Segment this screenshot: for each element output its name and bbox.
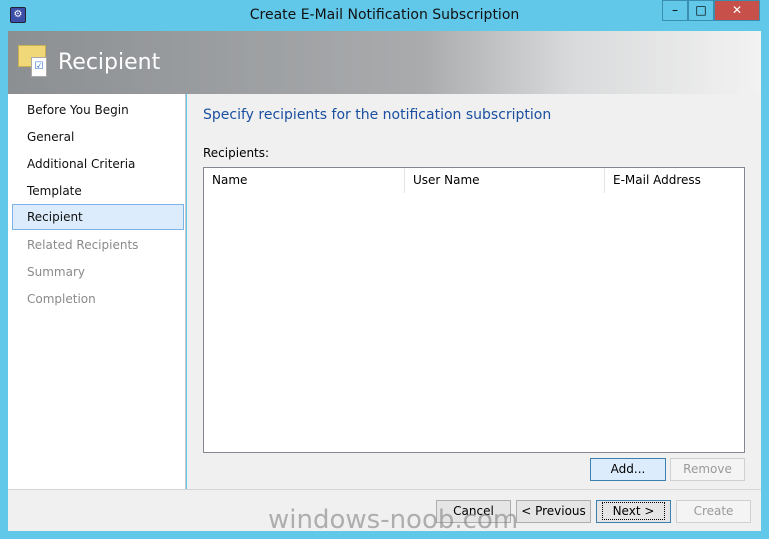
wizard-header: ☑ Recipient <box>8 31 761 94</box>
checklist-icon: ☑ <box>31 57 47 77</box>
close-button[interactable]: ✕ <box>714 0 760 21</box>
wizard-nav: Before You Begin General Additional Crit… <box>8 94 186 489</box>
nav-item-completion: Completion <box>27 292 96 306</box>
page-title: Specify recipients for the notification … <box>203 107 552 123</box>
nav-item-recipient[interactable]: Recipient <box>12 204 184 230</box>
minimize-button[interactable]: – <box>662 0 688 21</box>
next-button[interactable]: Next > <box>596 500 671 523</box>
recipients-list[interactable]: Name User Name E-Mail Address <box>203 167 745 453</box>
create-button: Create <box>676 500 751 523</box>
column-header-user-name[interactable]: User Name <box>405 168 605 193</box>
main-panel: Specify recipients for the notification … <box>187 94 761 489</box>
nav-item-template[interactable]: Template <box>12 178 184 204</box>
watermark: windows-noob.com <box>268 505 519 535</box>
window-title: Create E-Mail Notification Subscription <box>249 7 520 23</box>
recipients-label: Recipients: <box>203 146 270 160</box>
remove-button: Remove <box>670 458 745 481</box>
nav-item-additional-criteria[interactable]: Additional Criteria <box>12 151 184 177</box>
column-header-email[interactable]: E-Mail Address <box>605 168 744 193</box>
next-button-label: Next > <box>601 502 666 520</box>
nav-item-related-recipients: Related Recipients <box>27 238 139 252</box>
column-header-name[interactable]: Name <box>204 168 405 193</box>
page-header-title: Recipient <box>58 50 161 75</box>
nav-item-before-you-begin[interactable]: Before You Begin <box>12 97 184 123</box>
previous-button[interactable]: < Previous <box>516 500 591 523</box>
nav-item-general[interactable]: General <box>12 124 184 150</box>
title-bar: ⚙ Create E-Mail Notification Subscriptio… <box>0 0 769 31</box>
maximize-button[interactable]: □ <box>688 0 714 21</box>
nav-item-summary: Summary <box>27 265 85 279</box>
add-button[interactable]: Add... <box>590 458 666 481</box>
